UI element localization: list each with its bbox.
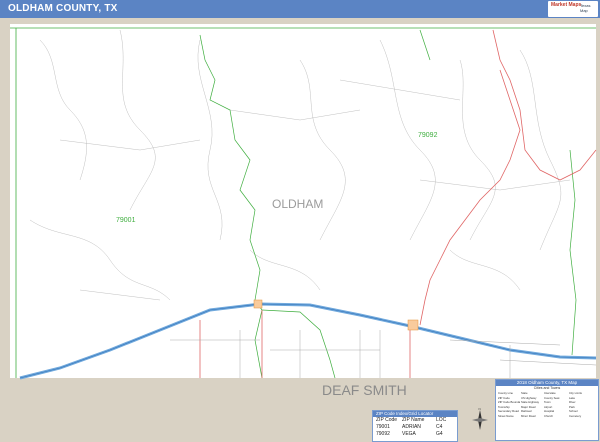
town-adrian xyxy=(253,299,263,309)
zip-header-code: ZIP Code xyxy=(376,417,398,423)
map-legend: 2018 Oldham County, TX Map Cities and To… xyxy=(495,379,599,441)
legend-grid: County Line State Interstate City Limits ZIP… xyxy=(496,391,598,418)
legend-item: Church xyxy=(544,413,554,418)
town-vega xyxy=(407,319,419,331)
compass-rose-icon: N xyxy=(472,408,488,430)
zip-header-loc: LOC xyxy=(436,417,447,423)
svg-text:N: N xyxy=(479,408,481,411)
zip-loc-cell: C4 xyxy=(436,424,443,430)
legend-item: Cemetery xyxy=(569,413,582,418)
table-row: 79092 VEGA G4 xyxy=(373,431,457,438)
zip-table-header-row: ZIP Code ZIP Name LOC xyxy=(373,417,457,424)
zip-code-cell: 79001 xyxy=(376,424,390,430)
county-label: OLDHAM xyxy=(272,197,323,211)
zip-label-79001: 79001 xyxy=(116,217,136,224)
neighbor-county-label: DEAF SMITH xyxy=(322,382,407,398)
table-row: 79001 ADRIAN C4 xyxy=(373,424,457,431)
zip-name-cell: VEGA xyxy=(402,431,416,437)
zip-label-79092: 79092 xyxy=(418,132,438,139)
zip-name-cell: ADRIAN xyxy=(402,424,421,430)
legend-item: Street Name xyxy=(498,413,514,418)
zip-code-cell: 79092 xyxy=(376,431,390,437)
zip-header-name: ZIP Name xyxy=(402,417,425,423)
zip-index-table: ZIP Code Index/Grid Locator ZIP Code ZIP… xyxy=(372,410,458,442)
zip-loc-cell: G4 xyxy=(436,431,443,437)
legend-item: Minor Road xyxy=(521,413,536,418)
county-map[interactable]: OLDHAM DEAF SMITH 79001 79092 xyxy=(0,0,600,442)
